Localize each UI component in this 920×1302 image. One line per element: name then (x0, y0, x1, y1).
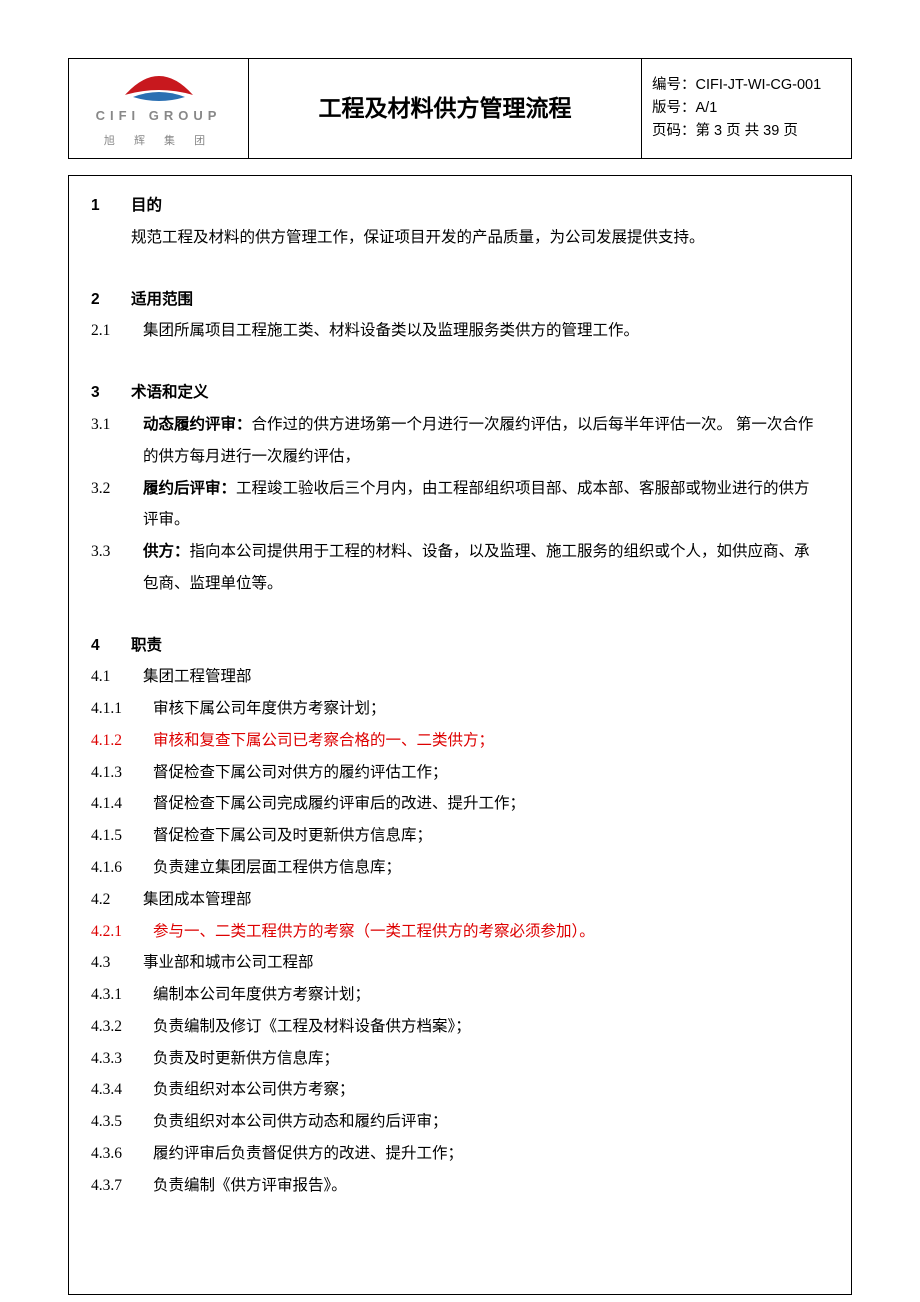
item-2-1: 2.1 集团所属项目工程施工类、材料设备类以及监理服务类供方的管理工作。 (91, 315, 825, 347)
item-4-3: 4.3 事业部和城市公司工程部 (91, 947, 825, 979)
item-number: 4.1.6 (91, 852, 153, 884)
meta-code: 编号：CIFI-JT-WI-CG-001 (652, 74, 841, 97)
item-3-2: 3.2 履约后评审：工程竣工验收后三个月内，由工程部组织项目部、成本部、客服部或… (91, 473, 825, 537)
item-text: 负责编制《供方评审报告》。 (153, 1170, 825, 1202)
section-number: 1 (91, 190, 131, 222)
item-text: 供方：指向本公司提供用于工程的材料、设备，以及监理、施工服务的组织或个人，如供应… (143, 536, 825, 600)
item-number: 4.3 (91, 947, 143, 979)
item-number: 4.2 (91, 884, 143, 916)
term: 供方： (143, 543, 190, 560)
item-text: 履约评审后负责督促供方的改进、提升工作； (153, 1138, 825, 1170)
item-text: 参与一、二类工程供方的考察（一类工程供方的考察必须参加）。 (153, 916, 825, 948)
item-text: 集团成本管理部 (143, 884, 825, 916)
document-title: 工程及材料供方管理流程 (249, 59, 642, 159)
item-4-3-5: 4.3.5 负责组织对本公司供方动态和履约后评审； (91, 1106, 825, 1138)
item-number: 4.1.3 (91, 757, 153, 789)
item-text: 编制本公司年度供方考察计划； (153, 979, 825, 1011)
section-3-heading: 3 术语和定义 (91, 377, 825, 409)
definition: 指向本公司提供用于工程的材料、设备，以及监理、施工服务的组织或个人，如供应商、承… (143, 543, 810, 592)
term: 动态履约评审： (143, 416, 252, 433)
document-header: CIFI GROUP 旭 辉 集 团 工程及材料供方管理流程 编号：CIFI-J… (68, 58, 852, 159)
item-text: 动态履约评审：合作过的供方进场第一个月进行一次履约评估，以后每半年评估一次。 第… (143, 409, 825, 473)
meta-version: 版号：A/1 (652, 97, 841, 120)
section-title: 术语和定义 (131, 377, 825, 409)
item-4-1-6: 4.1.6 负责建立集团层面工程供方信息库； (91, 852, 825, 884)
item-number: 4.1.1 (91, 693, 153, 725)
item-text: 负责组织对本公司供方动态和履约后评审； (153, 1106, 825, 1138)
section-number: 4 (91, 630, 131, 662)
section-title: 适用范围 (131, 284, 825, 316)
section-title: 职责 (131, 630, 825, 662)
logo-text-en: CIFI GROUP (79, 103, 238, 130)
item-number: 4.3.2 (91, 1011, 153, 1043)
item-number: 4.1.2 (91, 725, 153, 757)
item-text: 负责组织对本公司供方考察； (153, 1074, 825, 1106)
item-4-3-6: 4.3.6 履约评审后负责督促供方的改进、提升工作； (91, 1138, 825, 1170)
cifi-logo-icon (115, 65, 203, 101)
item-4-1-4: 4.1.4 督促检查下属公司完成履约评审后的改进、提升工作； (91, 788, 825, 820)
item-number: 4.3.1 (91, 979, 153, 1011)
logo-cell: CIFI GROUP 旭 辉 集 团 (69, 59, 249, 159)
content-frame: 1 目的 规范工程及材料的供方管理工作，保证项目开发的产品质量，为公司发展提供支… (68, 175, 852, 1295)
term: 履约后评审： (143, 480, 236, 497)
item-4-3-2: 4.3.2 负责编制及修订《工程及材料设备供方档案》； (91, 1011, 825, 1043)
item-3-1: 3.1 动态履约评审：合作过的供方进场第一个月进行一次履约评估，以后每半年评估一… (91, 409, 825, 473)
item-text: 督促检查下属公司及时更新供方信息库； (153, 820, 825, 852)
section-number: 3 (91, 377, 131, 409)
section-title: 目的 (131, 190, 825, 222)
item-number: 4.1 (91, 661, 143, 693)
item-number: 4.1.4 (91, 788, 153, 820)
item-number: 4.3.7 (91, 1170, 153, 1202)
item-4-3-1: 4.3.1 编制本公司年度供方考察计划； (91, 979, 825, 1011)
item-number: 4.3.3 (91, 1043, 153, 1075)
item-text: 督促检查下属公司完成履约评审后的改进、提升工作； (153, 788, 825, 820)
item-text: 负责及时更新供方信息库； (153, 1043, 825, 1075)
item-4-2-1: 4.2.1 参与一、二类工程供方的考察（一类工程供方的考察必须参加）。 (91, 916, 825, 948)
item-number: 4.3.5 (91, 1106, 153, 1138)
item-text: 事业部和城市公司工程部 (143, 947, 825, 979)
meta-page: 页码：第 3 页 共 39 页 (652, 120, 841, 143)
item-text: 集团工程管理部 (143, 661, 825, 693)
section-2-heading: 2 适用范围 (91, 284, 825, 316)
logo-text-cn: 旭 辉 集 团 (79, 130, 238, 153)
item-number: 3.3 (91, 536, 143, 568)
item-number: 4.1.5 (91, 820, 153, 852)
item-text: 负责编制及修订《工程及材料设备供方档案》； (153, 1011, 825, 1043)
item-4-3-3: 4.3.3 负责及时更新供方信息库； (91, 1043, 825, 1075)
item-4-1-1: 4.1.1 审核下属公司年度供方考察计划； (91, 693, 825, 725)
item-3-3: 3.3 供方：指向本公司提供用于工程的材料、设备，以及监理、施工服务的组织或个人… (91, 536, 825, 600)
item-text: 负责建立集团层面工程供方信息库； (153, 852, 825, 884)
item-4-1-2: 4.1.2 审核和复查下属公司已考察合格的一、二类供方； (91, 725, 825, 757)
item-text: 督促检查下属公司对供方的履约评估工作； (153, 757, 825, 789)
item-text: 集团所属项目工程施工类、材料设备类以及监理服务类供方的管理工作。 (143, 315, 825, 347)
section-1-heading: 1 目的 (91, 190, 825, 222)
item-4-1: 4.1 集团工程管理部 (91, 661, 825, 693)
definition: 工程竣工验收后三个月内，由工程部组织项目部、成本部、客服部或物业进行的供方评审。 (143, 480, 810, 529)
item-4-3-7: 4.3.7 负责编制《供方评审报告》。 (91, 1170, 825, 1202)
item-number: 2.1 (91, 315, 143, 347)
item-text: 履约后评审：工程竣工验收后三个月内，由工程部组织项目部、成本部、客服部或物业进行… (143, 473, 825, 537)
item-number: 3.2 (91, 473, 143, 505)
section-1-body: 规范工程及材料的供方管理工作，保证项目开发的产品质量，为公司发展提供支持。 (91, 222, 825, 254)
item-text: 审核下属公司年度供方考察计划； (153, 693, 825, 725)
item-number: 4.3.6 (91, 1138, 153, 1170)
item-text: 审核和复查下属公司已考察合格的一、二类供方； (153, 725, 825, 757)
item-number: 4.2.1 (91, 916, 153, 948)
document-meta: 编号：CIFI-JT-WI-CG-001 版号：A/1 页码：第 3 页 共 3… (642, 59, 852, 159)
section-4-heading: 4 职责 (91, 630, 825, 662)
item-number: 3.1 (91, 409, 143, 441)
item-4-1-5: 4.1.5 督促检查下属公司及时更新供方信息库； (91, 820, 825, 852)
item-number: 4.3.4 (91, 1074, 153, 1106)
item-4-3-4: 4.3.4 负责组织对本公司供方考察； (91, 1074, 825, 1106)
item-4-1-3: 4.1.3 督促检查下属公司对供方的履约评估工作； (91, 757, 825, 789)
section-number: 2 (91, 284, 131, 316)
item-4-2: 4.2 集团成本管理部 (91, 884, 825, 916)
